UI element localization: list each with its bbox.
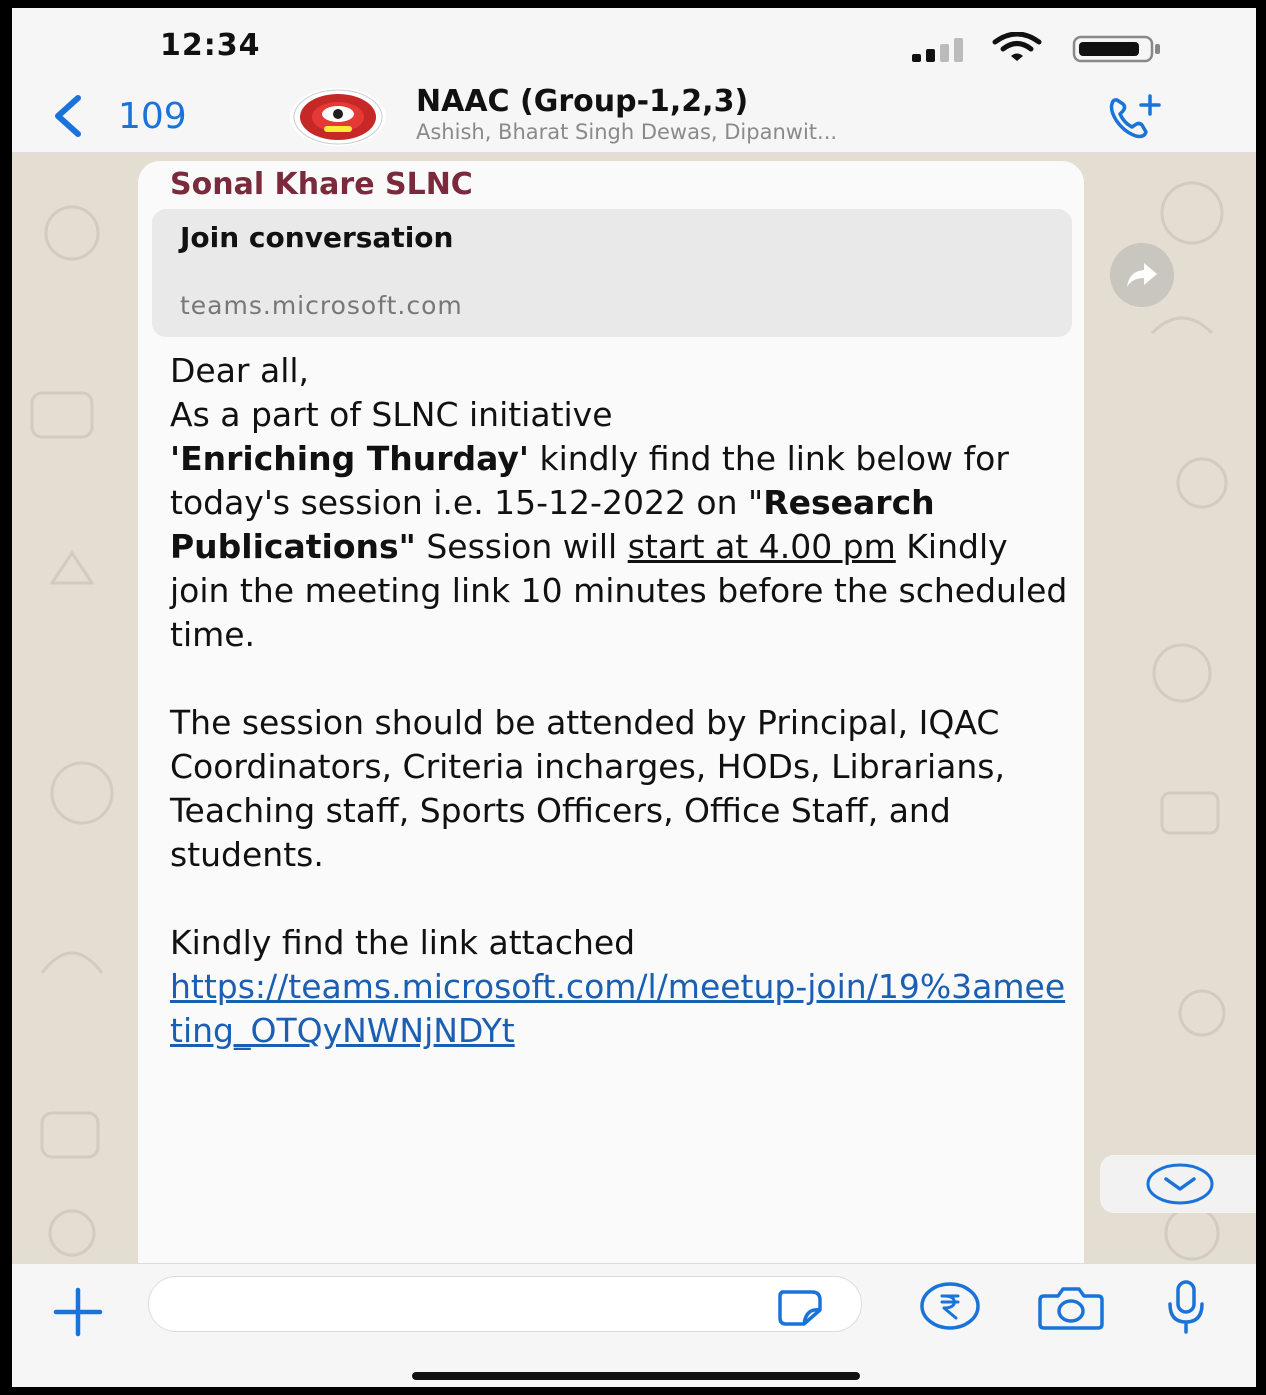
camera-button[interactable] [1036,1282,1106,1332]
sender-name[interactable]: Sonal Khare SLNC [170,167,473,202]
chevron-down-circle-icon [1146,1163,1214,1205]
group-members[interactable]: Ashish, Bharat Singh Dewas, Dipanwit... [416,120,837,144]
chat-header: 109 NAAC (Group-1,2,3) Ashish, Bharat Si… [12,80,1256,153]
phone-screen: 12:34 109 NAAC (Group-1,2,3) Ashish, Bha… [12,8,1256,1387]
link-preview-title: Join conversation [180,221,454,254]
message-bubble[interactable]: Sonal Khare SLNC Join conversation teams… [138,161,1084,1263]
message-paragraph: The session should be attended by Princi… [170,703,1005,874]
microphone-button[interactable] [1158,1278,1214,1336]
attach-plus-button[interactable] [48,1282,108,1342]
link-preview-card[interactable]: Join conversation teams.microsoft.com [152,209,1072,337]
payment-button[interactable] [918,1280,982,1332]
add-call-button[interactable] [1102,92,1166,142]
status-time: 12:34 [160,28,261,63]
message-line: As a part of SLNC initiative [170,395,613,434]
group-name[interactable]: NAAC (Group-1,2,3) [416,84,748,119]
message-body: Dear all, As a part of SLNC initiative '… [170,349,1070,1053]
wifi-icon [992,32,1042,61]
cellular-signal-icon [912,38,963,62]
message-input[interactable] [148,1276,862,1332]
group-avatar[interactable] [290,88,386,146]
home-indicator[interactable] [412,1372,860,1380]
back-button[interactable]: 109 [48,88,187,144]
bold-text: 'Enriching Thurday' [170,439,529,478]
message-paragraph: 'Enriching Thurday' kindly find the link… [170,437,1070,657]
message-paragraph: Kindly find the link attached [170,923,636,962]
chat-area: Sonal Khare SLNC Join conversation teams… [12,153,1256,1263]
group-logo-icon [293,89,383,145]
meeting-link[interactable]: https://teams.microsoft.com/l/meetup-joi… [170,965,1070,1053]
link-preview-domain: teams.microsoft.com [180,291,463,320]
message-input-bar [12,1263,1256,1387]
battery-icon [1072,35,1160,63]
forward-button[interactable] [1110,243,1174,307]
message-text: Session will [415,527,628,566]
forward-arrow-icon [1127,263,1157,287]
time-detected-link[interactable]: start at 4.00 pm [628,527,896,566]
scroll-to-bottom-button[interactable] [1100,1155,1256,1213]
status-bar: 12:34 [12,8,1256,80]
chevron-left-icon [55,95,81,137]
unread-count: 109 [118,95,187,137]
sticker-button[interactable] [772,1284,828,1328]
message-line: Dear all, [170,351,310,390]
